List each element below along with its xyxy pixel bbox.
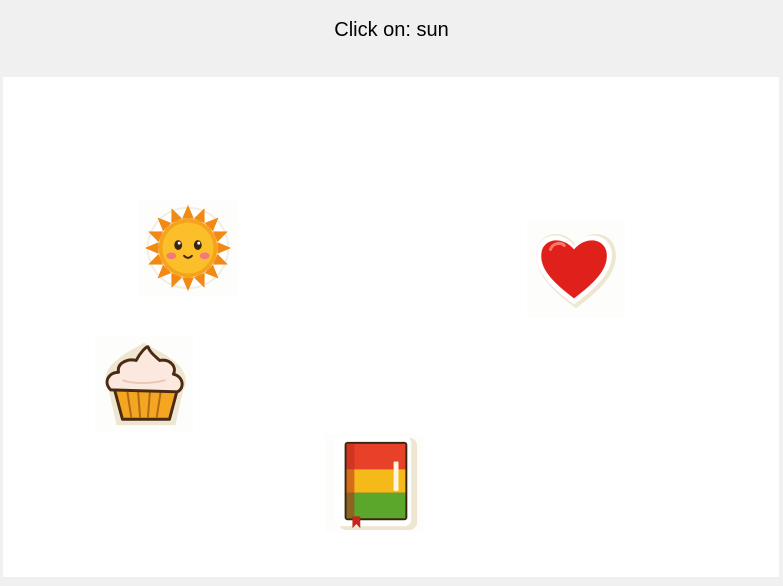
click-canvas[interactable]: [3, 77, 779, 577]
heart-sticker[interactable]: [527, 220, 625, 318]
book-sticker[interactable]: [325, 434, 423, 532]
sun-sticker[interactable]: [139, 199, 237, 297]
instruction-text: Click on: sun: [334, 18, 449, 41]
cupcake-sticker[interactable]: [95, 335, 193, 433]
sun-icon: [144, 204, 232, 292]
cupcake-icon: [105, 342, 186, 426]
instruction-bar: Click on: sun: [0, 0, 783, 77]
heart-icon: [536, 234, 616, 309]
book-icon: [334, 435, 418, 531]
